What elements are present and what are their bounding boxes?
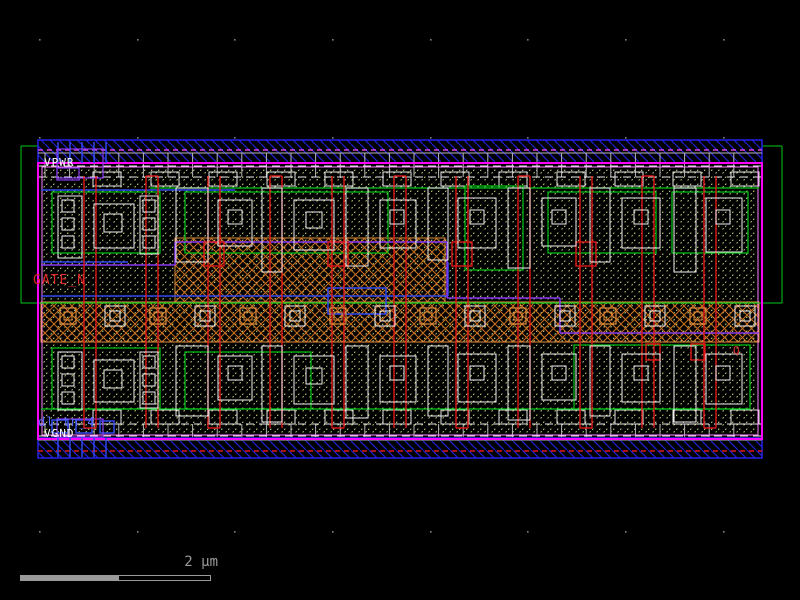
scale-bar (20, 575, 211, 581)
layout-geometry (0, 0, 800, 600)
vgnd-label: VGND (44, 428, 75, 439)
cell-name-label: dlrtn_4 (38, 416, 96, 428)
scale-bar-fill (21, 576, 119, 580)
gate-n-pin-label: GATE_N (33, 274, 86, 287)
vpwr-label: VPWR (44, 157, 75, 168)
layout-viewport[interactable]: VPWR VGND GATE_N dlrtn_4 Q 2 µm (0, 0, 800, 600)
q-pin-label: Q (733, 345, 740, 356)
scale-label: 2 µm (140, 555, 218, 569)
